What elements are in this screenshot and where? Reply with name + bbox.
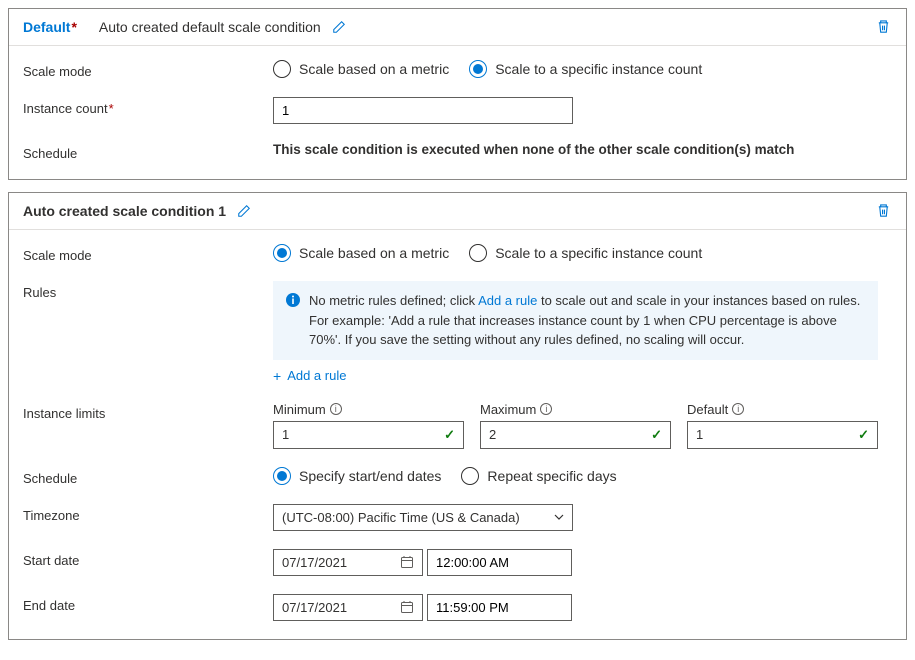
instance-count-row: Instance count* <box>23 97 892 124</box>
check-icon: ✓ <box>858 427 869 443</box>
radio-label: Scale based on a metric <box>299 61 449 77</box>
default-input[interactable]: 1 ✓ <box>687 421 878 449</box>
scale-mode-label: Scale mode <box>23 244 273 263</box>
condition-title: Auto created scale condition 1 <box>23 203 226 219</box>
maximum-label: Maximum i <box>480 402 671 417</box>
instance-limits-row: Instance limits Minimum i 1 ✓ <box>23 402 892 449</box>
scale-mode-row: Scale mode Scale based on a metric Scale… <box>23 60 892 79</box>
card-body: Scale mode Scale based on a metric Scale… <box>9 46 906 179</box>
maximum-col: Maximum i 2 ✓ <box>480 402 671 449</box>
default-scale-condition-card: Default* Auto created default scale cond… <box>8 8 907 180</box>
start-date-control: 07/17/2021 <box>273 549 892 576</box>
help-icon[interactable]: i <box>732 403 744 415</box>
schedule-type-row: Schedule Specify start/end dates Repeat … <box>23 467 892 486</box>
radio-scale-metric[interactable]: Scale based on a metric <box>273 60 449 78</box>
radio-label: Repeat specific days <box>487 468 616 484</box>
calendar-icon <box>400 555 414 569</box>
radio-icon <box>469 244 487 262</box>
instance-limits-label: Instance limits <box>23 402 273 421</box>
radio-icon <box>461 467 479 485</box>
start-date-input[interactable]: 07/17/2021 <box>273 549 423 576</box>
schedule-label: Schedule <box>23 142 273 161</box>
timezone-label: Timezone <box>23 504 273 523</box>
radio-scale-specific[interactable]: Scale to a specific instance count <box>469 244 702 262</box>
instance-count-input[interactable] <box>273 97 573 124</box>
radio-repeat-days[interactable]: Repeat specific days <box>461 467 616 485</box>
radio-icon <box>273 244 291 262</box>
card-header: Default* Auto created default scale cond… <box>9 9 906 46</box>
scale-mode-options: Scale based on a metric Scale to a speci… <box>273 244 892 262</box>
add-rule-link-inline[interactable]: Add a rule <box>478 293 537 308</box>
end-date-label: End date <box>23 594 273 613</box>
chevron-down-icon <box>554 514 564 520</box>
end-time-input[interactable] <box>427 594 572 621</box>
end-date-row: End date 07/17/2021 <box>23 594 892 621</box>
default-label: Default i <box>687 402 878 417</box>
end-date-input[interactable]: 07/17/2021 <box>273 594 423 621</box>
radio-label: Scale to a specific instance count <box>495 61 702 77</box>
timezone-value: (UTC-08:00) Pacific Time (US & Canada) <box>282 510 520 525</box>
plus-icon: + <box>273 368 281 384</box>
calendar-icon <box>400 600 414 614</box>
info-icon <box>285 292 301 308</box>
schedule-row: Schedule This scale condition is execute… <box>23 142 892 161</box>
start-date-row: Start date 07/17/2021 <box>23 549 892 576</box>
schedule-control: This scale condition is executed when no… <box>273 142 892 157</box>
add-rule-button[interactable]: + Add a rule <box>273 368 892 384</box>
info-text: No metric rules defined; click Add a rul… <box>309 291 866 350</box>
scale-condition-1-card: Auto created scale condition 1 Scale mod… <box>8 192 907 640</box>
delete-icon[interactable] <box>876 19 892 35</box>
maximum-input[interactable]: 2 ✓ <box>480 421 671 449</box>
rules-label: Rules <box>23 281 273 300</box>
rules-control: No metric rules defined; click Add a rul… <box>273 281 892 384</box>
edit-icon[interactable] <box>331 19 347 35</box>
timezone-select[interactable]: (UTC-08:00) Pacific Time (US & Canada) <box>273 504 573 531</box>
default-col: Default i 1 ✓ <box>687 402 878 449</box>
radio-label: Specify start/end dates <box>299 468 441 484</box>
timezone-row: Timezone (UTC-08:00) Pacific Time (US & … <box>23 504 892 531</box>
timezone-control: (UTC-08:00) Pacific Time (US & Canada) <box>273 504 892 531</box>
card-body: Scale mode Scale based on a metric Scale… <box>9 230 906 639</box>
minimum-label: Minimum i <box>273 402 464 417</box>
start-time-input[interactable] <box>427 549 572 576</box>
rules-info-box: No metric rules defined; click Add a rul… <box>273 281 878 360</box>
radio-label: Scale to a specific instance count <box>495 245 702 261</box>
minimum-input[interactable]: 1 ✓ <box>273 421 464 449</box>
radio-icon <box>273 60 291 78</box>
radio-scale-metric[interactable]: Scale based on a metric <box>273 244 449 262</box>
radio-specify-dates[interactable]: Specify start/end dates <box>273 467 441 485</box>
help-icon[interactable]: i <box>540 403 552 415</box>
radio-icon <box>469 60 487 78</box>
add-rule-label: Add a rule <box>287 368 346 383</box>
scale-mode-row: Scale mode Scale based on a metric Scale… <box>23 244 892 263</box>
scale-mode-label: Scale mode <box>23 60 273 79</box>
instance-count-label: Instance count* <box>23 97 273 116</box>
start-date-label: Start date <box>23 549 273 568</box>
condition-title: Default* <box>23 19 77 35</box>
instance-count-control <box>273 97 892 124</box>
schedule-text: This scale condition is executed when no… <box>273 142 794 157</box>
rules-row: Rules No metric rules defined; click Add… <box>23 281 892 384</box>
radio-scale-specific[interactable]: Scale to a specific instance count <box>469 60 702 78</box>
delete-icon[interactable] <box>876 203 892 219</box>
card-header: Auto created scale condition 1 <box>9 193 906 230</box>
radio-label: Scale based on a metric <box>299 245 449 261</box>
help-icon[interactable]: i <box>330 403 342 415</box>
condition-desc: Auto created default scale condition <box>99 19 321 35</box>
end-date-control: 07/17/2021 <box>273 594 892 621</box>
check-icon: ✓ <box>651 427 662 443</box>
schedule-label: Schedule <box>23 467 273 486</box>
instance-limits-control: Minimum i 1 ✓ Maximum i <box>273 402 892 449</box>
schedule-options: Specify start/end dates Repeat specific … <box>273 467 892 485</box>
edit-icon[interactable] <box>236 203 252 219</box>
scale-mode-options: Scale based on a metric Scale to a speci… <box>273 60 892 78</box>
minimum-col: Minimum i 1 ✓ <box>273 402 464 449</box>
radio-icon <box>273 467 291 485</box>
check-icon: ✓ <box>444 427 455 443</box>
